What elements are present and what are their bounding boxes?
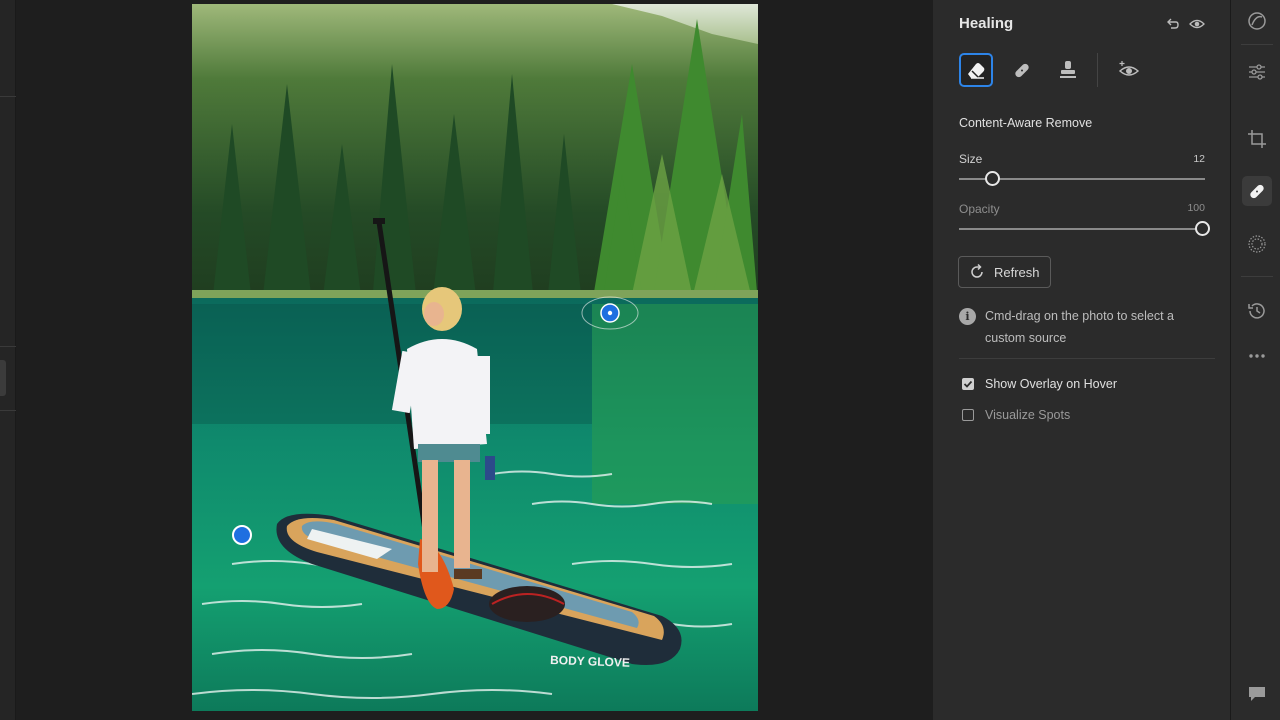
- history-button[interactable]: [1242, 296, 1272, 326]
- toolbar-divider: [1241, 44, 1273, 45]
- mode-label: Content-Aware Remove: [959, 116, 1093, 130]
- size-label: Size: [959, 152, 983, 166]
- reset-icon[interactable]: [1165, 16, 1181, 32]
- info-text: Cmd-drag on the photo to select a custom…: [985, 309, 1175, 345]
- refresh-icon: [971, 263, 983, 278]
- heal-tool[interactable]: [1005, 53, 1039, 87]
- panel-divider: [959, 358, 1215, 359]
- tools-divider: [1097, 53, 1098, 87]
- healing-tools: [959, 53, 1158, 87]
- show-overlay-option[interactable]: Show Overlay on Hover: [962, 377, 1117, 391]
- info-icon: i: [959, 308, 976, 325]
- eraser-icon: [968, 63, 985, 79]
- healing-button[interactable]: [1242, 176, 1272, 206]
- photo-editor-app: BODY GLOVE Healing Content-Aware Remove …: [0, 0, 1280, 720]
- crop-icon: [1248, 130, 1266, 148]
- opacity-slider-thumb[interactable]: [1195, 221, 1210, 236]
- red-eye-icon: [1118, 61, 1140, 76]
- opacity-label: Opacity: [959, 202, 1000, 216]
- info-tip: i Cmd-drag on the photo to select a cust…: [959, 305, 1209, 349]
- checkmark-icon: [963, 380, 973, 388]
- photo-illustration: BODY GLOVE: [192, 4, 758, 711]
- history-icon: [1248, 303, 1265, 319]
- healing-icon: [1250, 184, 1264, 199]
- visualize-spots-option[interactable]: Visualize Spots: [962, 408, 1070, 422]
- visualize-spots-label: Visualize Spots: [985, 408, 1071, 422]
- comment-icon: [1249, 687, 1265, 701]
- show-overlay-label: Show Overlay on Hover: [985, 377, 1118, 391]
- content-aware-remove-tool[interactable]: [959, 53, 993, 87]
- heal-spot-marker: [232, 525, 252, 545]
- bandage-icon: [1015, 63, 1029, 78]
- photo-image[interactable]: BODY GLOVE: [192, 4, 758, 711]
- left-strip-divider: [0, 96, 16, 97]
- red-eye-tool[interactable]: [1112, 53, 1146, 87]
- healing-panel: Healing Content-Aware Remove Size 12 Opa…: [933, 0, 1230, 720]
- refresh-button[interactable]: Refresh: [958, 256, 1051, 288]
- size-slider-thumb[interactable]: [985, 171, 1000, 186]
- opacity-slider[interactable]: [959, 228, 1205, 230]
- show-overlay-checkbox[interactable]: [962, 378, 974, 390]
- more-button[interactable]: [1242, 341, 1272, 371]
- more-icon: [1249, 354, 1265, 358]
- board-brand-text: BODY GLOVE: [550, 653, 630, 670]
- opacity-value: 100: [1187, 202, 1205, 214]
- clone-tool[interactable]: [1051, 53, 1085, 87]
- panel-title: Healing: [959, 15, 1014, 32]
- edit-sliders-icon: [1249, 64, 1265, 80]
- left-panel-toggle[interactable]: [0, 360, 6, 396]
- edit-button[interactable]: [1242, 57, 1272, 87]
- left-strip-divider: [0, 410, 16, 411]
- photo-canvas[interactable]: BODY GLOVE: [17, 0, 933, 720]
- left-strip-divider: [0, 346, 16, 347]
- right-toolbar: [1230, 0, 1280, 720]
- refresh-label: Refresh: [994, 264, 1040, 280]
- masking-button[interactable]: [1242, 229, 1272, 259]
- stamp-icon: [1060, 61, 1076, 78]
- profile-icon: [1248, 12, 1266, 30]
- eye-icon[interactable]: [1189, 16, 1205, 32]
- profile-button[interactable]: [1242, 6, 1272, 36]
- left-panel-collapsed: [0, 0, 16, 720]
- masking-icon: [1248, 235, 1266, 253]
- visualize-spots-checkbox[interactable]: [962, 409, 974, 421]
- comment-button[interactable]: [1242, 679, 1272, 709]
- toolbar-divider: [1241, 276, 1273, 277]
- crop-button[interactable]: [1242, 124, 1272, 154]
- size-value: 12: [1193, 153, 1205, 165]
